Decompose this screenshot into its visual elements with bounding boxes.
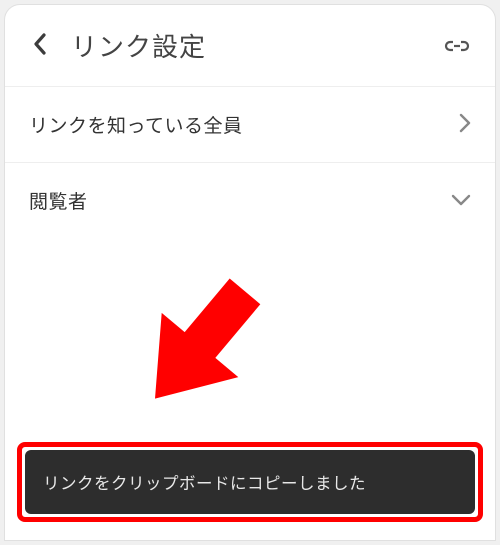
toast: リンクをクリップボードにコピーしました [25,450,475,514]
toast-message: リンクをクリップボードにコピーしました [43,475,366,494]
toast-highlight: リンクをクリップボードにコピーしました [17,442,483,522]
chevron-left-icon [33,33,46,59]
page-title: リンク設定 [71,27,443,64]
access-scope-row[interactable]: リンクを知っている全員 [5,86,495,162]
chevron-down-icon [451,191,471,210]
role-row[interactable]: 閲覧者 [5,162,495,238]
access-scope-label: リンクを知っている全員 [29,111,459,138]
link-icon[interactable] [443,39,471,53]
chevron-right-icon [459,113,471,137]
header: リンク設定 [5,5,495,86]
link-settings-sheet: リンク設定 リンクを知っている全員 閲覧者 [4,4,496,541]
role-label: 閲覧者 [29,187,451,214]
back-button[interactable] [23,30,55,62]
arrow-annotation [120,265,280,425]
